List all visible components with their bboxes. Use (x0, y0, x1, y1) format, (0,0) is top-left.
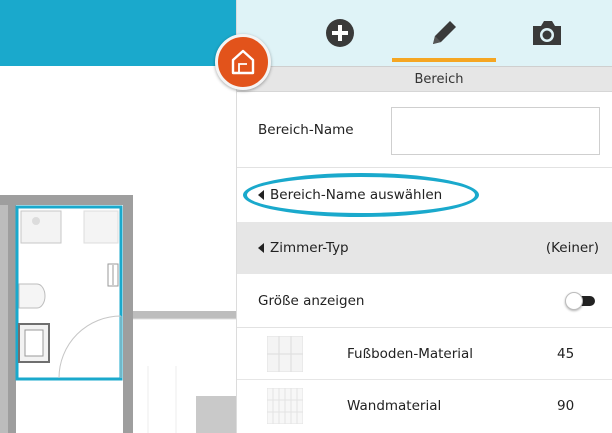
toilet (18, 283, 46, 309)
camera-icon (533, 21, 561, 45)
room-type-row[interactable]: Zimmer-Typ (Keiner) (237, 222, 612, 274)
sink-basin (24, 329, 44, 357)
edit-tool-button[interactable] (392, 0, 496, 66)
select-area-name-row[interactable]: Bereich-Name auswählen (237, 168, 612, 222)
room-type-value: (Keiner) (545, 240, 599, 256)
tool-bar (237, 0, 612, 66)
show-size-row: Größe anzeigen (237, 274, 612, 328)
properties-panel: Bereich Bereich-Name Bereich-Name auswäh… (236, 0, 612, 433)
tile-grid-icon (267, 336, 303, 372)
floor-plan-canvas[interactable] (0, 66, 236, 433)
highlight-oval (243, 173, 479, 217)
wall-material-label: Wandmaterial (347, 398, 442, 414)
area-name-label: Bereich-Name (258, 121, 354, 138)
room-type-label: Zimmer-Typ (270, 240, 349, 256)
house-button[interactable] (215, 34, 271, 90)
camera-tool-button[interactable] (502, 0, 592, 66)
floor-material-row[interactable]: Fußboden-Material 45 (237, 328, 612, 380)
corridor-wall (133, 311, 236, 319)
floor-plan-drawing (0, 195, 236, 433)
plus-circle-icon (326, 19, 354, 47)
area-name-row: Bereich-Name (237, 92, 612, 168)
wall-material-row[interactable]: Wandmaterial 90 (237, 380, 612, 432)
floor-tile (196, 396, 236, 433)
toggle-knob (565, 292, 583, 310)
add-tool-button[interactable] (295, 0, 385, 66)
top-bar (0, 0, 236, 66)
floor-material-label: Fußboden-Material (347, 345, 474, 362)
wall-grid-icon (267, 388, 303, 424)
shower-head (32, 217, 40, 225)
wall-top (0, 195, 133, 205)
wall-inner (8, 205, 16, 433)
area-name-input[interactable] (391, 107, 600, 155)
section-header: Bereich (237, 66, 612, 92)
floor-material-value: 45 (557, 345, 575, 362)
wall-right (123, 195, 133, 433)
pencil-icon (433, 21, 456, 44)
wall-material-value: 90 (557, 398, 575, 414)
house-icon (231, 49, 255, 75)
cabinet (83, 210, 119, 244)
show-size-label: Größe anzeigen (258, 292, 365, 309)
show-size-toggle[interactable] (565, 292, 595, 310)
triangle-left-icon (258, 243, 264, 253)
section-title: Bereich (414, 72, 464, 87)
wall-left (0, 196, 8, 433)
shower (20, 210, 62, 244)
